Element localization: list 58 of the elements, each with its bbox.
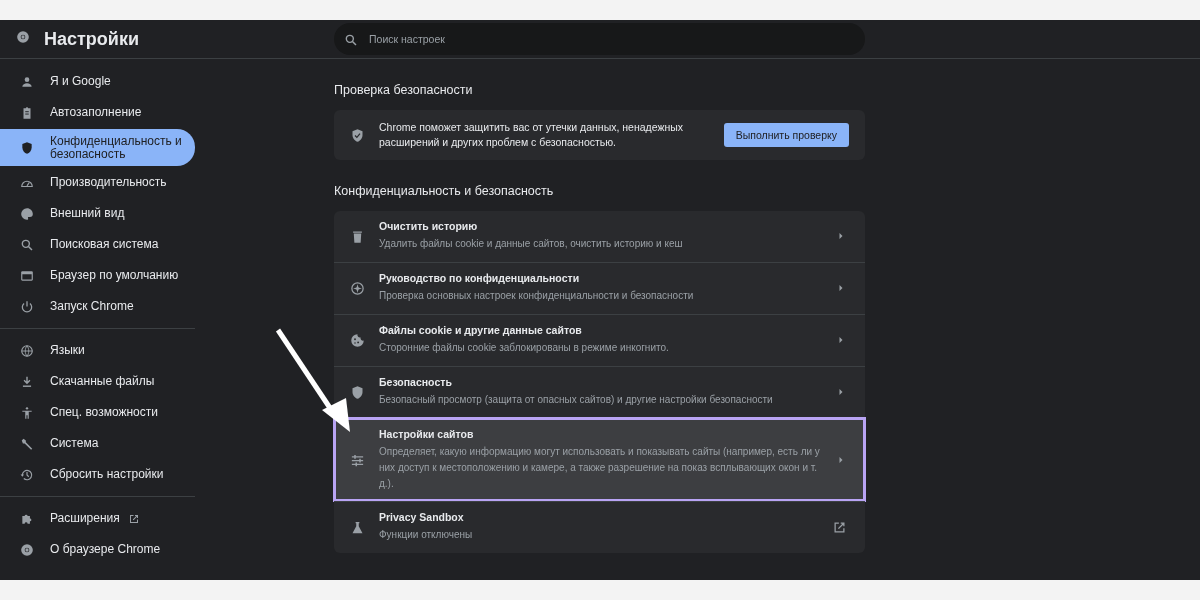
row-subtitle: Удалить файлы cookie и данные сайтов, очистить историю и кеш [379,237,684,251]
sidebar-item[interactable]: О браузере Chrome [0,534,195,565]
wrench-icon [20,436,34,451]
sidebar-item[interactable]: Я и Google [0,66,195,97]
globe-icon [20,343,34,358]
person-icon [20,74,34,89]
settings-row[interactable]: Очистить историю Удалить файлы cookie и данные сайтов, очистить историю и кеш [334,211,865,262]
circle-logo-icon [16,30,30,44]
search-icon [20,237,34,252]
row-subtitle: Определяет, какую информацию могут использовать и показывать сайты (например, есть ли у них доступ к местоположению и камере, а также разрешение на показ всплывающих окон и т. д.). [379,445,821,491]
row-title: Настройки сайтов [379,428,475,440]
download-icon [20,374,34,389]
search-icon [344,33,358,47]
compass-icon [350,280,365,296]
history-icon [20,467,34,482]
section-heading: Конфиденциальность и безопасность [334,184,555,198]
sidebar-item[interactable]: Сбросить настройки [0,459,195,490]
sidebar-item[interactable]: Производительность [0,167,195,198]
settings-row[interactable]: Руководство по конфиденциальности Проверка основных настроек конфиденциальности и безопасности [334,262,865,314]
window-icon [20,268,34,283]
sidebar-item[interactable]: Скачанные файлы [0,366,195,397]
search-field[interactable]: Поиск настроек [334,23,865,55]
sidebar-item[interactable]: Поисковая система [0,229,195,260]
row-title: Очистить историю [379,220,479,232]
row-subtitle: Проверка основных настроек конфиденциальности и безопасности [379,289,695,303]
sliders-icon [350,452,365,468]
sidebar-item[interactable]: Конфиденциальность и безопасность [0,129,195,166]
sidebar-item[interactable]: Языки [0,335,195,366]
row-title: Privacy Sandbox [379,511,465,523]
sidebar-item[interactable]: Спец. возможности [0,397,195,428]
row-title: Безопасность [379,376,453,388]
power-icon [20,299,34,314]
shield-icon [20,140,34,155]
palette-icon [20,206,34,221]
row-subtitle: Сторонние файлы cookie заблокированы в режиме инкогнито. [379,341,670,355]
circle-logo-icon [20,542,34,557]
sidebar-item[interactable]: Расширения [0,503,195,534]
row-title: Файлы cookie и другие данные сайтов [379,324,583,336]
sidebar-item[interactable]: Браузер по умолчанию [0,260,195,291]
shield-icon [350,384,365,400]
row-subtitle: Функции отключены [379,528,474,542]
settings-row[interactable]: Настройки сайтов Определяет, какую информацию могут использовать и показывать сайты (например, есть ли у них доступ к местоположению и камере, а также разрешение на показ всплывающих окон и т. д.). [334,418,865,501]
person-figure-icon [20,405,34,420]
settings-row[interactable]: Файлы cookie и другие данные сайтов Сторонние файлы cookie заблокированы в режиме инкогнито. [334,314,865,366]
sidebar-item[interactable]: Система [0,428,195,459]
shield-check-icon [350,127,365,143]
settings-row[interactable]: Privacy Sandbox Функции отключены [334,501,865,553]
sidebar-item[interactable]: Внешний вид [0,198,195,229]
flask-icon [350,519,365,535]
sidebar-item[interactable]: Запуск Chrome [0,291,195,322]
run-check-button[interactable]: Выполнить проверку [723,123,849,147]
page-title: Настройки [44,28,139,50]
description-text: Chrome поможет защитить вас от утечки данных, ненадежных расширений и других проблем с безопасностью. [379,120,685,150]
sidebar-item[interactable]: Автозаполнение [0,97,195,128]
cookie-icon [350,332,365,348]
section-heading: Проверка безопасности [334,83,474,97]
row-title: Руководство по конфиденциальности [379,272,581,284]
row-subtitle: Безопасный просмотр (защита от опасных сайтов) и другие настройки безопасности [379,393,774,407]
